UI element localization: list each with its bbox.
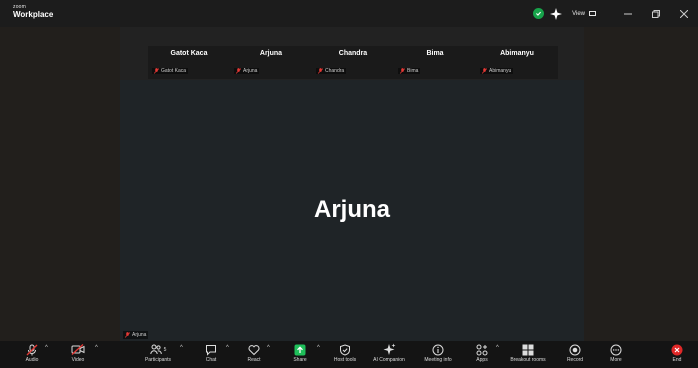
participant-name: Chandra: [338, 50, 368, 57]
end-button[interactable]: End: [666, 341, 688, 368]
restore-icon: [652, 9, 660, 18]
participant-tile[interactable]: Arjuna Arjuna: [230, 46, 312, 79]
sparkle-icon: [383, 343, 395, 355]
participant-tag-name: Abimanyu: [489, 68, 512, 74]
participant-tag: Arjuna: [234, 68, 260, 74]
participant-name: Abimanyu: [500, 50, 534, 57]
meeting-controls: Audio ^ Video ^ 5 Participants ^ Chat ^ …: [0, 341, 698, 368]
sparkle-icon[interactable]: [550, 7, 563, 20]
record-label: Record: [566, 357, 584, 363]
restore-button[interactable]: [642, 0, 670, 27]
apps-label: Apps: [476, 357, 488, 363]
audio-button[interactable]: Audio: [18, 341, 46, 368]
close-icon: [680, 9, 688, 18]
record-icon: [569, 344, 581, 355]
participant-tag-name: Chandra: [325, 68, 345, 74]
participant-strip: Gatot Kaca Gatot Kaca Arjuna Arjuna Chan…: [148, 46, 558, 79]
meeting-info-label: Meeting info: [424, 357, 452, 363]
audio-options-chevron-icon[interactable]: ^: [45, 345, 48, 351]
meeting-info-button[interactable]: Meeting info: [418, 341, 458, 368]
participant-name: Arjuna: [259, 50, 283, 57]
chat-options-chevron-icon[interactable]: ^: [226, 345, 229, 351]
host-tools-label: Host tools: [333, 357, 357, 363]
view-grid-icon: [589, 11, 596, 16]
meeting-stage: Gatot Kaca Gatot Kaca Arjuna Arjuna Chan…: [0, 27, 698, 341]
participant-tag-name: Bima: [407, 68, 419, 74]
ellipsis-icon: [610, 344, 622, 355]
view-label: View: [572, 10, 585, 17]
stage-right-margin: [584, 27, 698, 341]
close-icon: [671, 344, 683, 355]
mic-muted-icon: [482, 68, 487, 74]
mic-muted-icon: [318, 68, 323, 74]
mic-muted-icon: [400, 68, 405, 74]
participant-count: 5: [163, 346, 167, 353]
participant-name: Bima: [426, 50, 444, 57]
participant-tag-name: Arjuna: [243, 68, 258, 74]
encryption-shield-icon[interactable]: [533, 8, 545, 19]
people-icon: [149, 344, 162, 355]
active-speaker-video[interactable]: Arjuna Arjuna: [120, 80, 584, 341]
participants-button[interactable]: 5 Participants: [138, 341, 178, 368]
chat-button[interactable]: Chat: [198, 341, 224, 368]
heart-icon: [248, 344, 260, 355]
breakout-rooms-label: Breakout rooms: [510, 357, 546, 363]
minimize-icon: [624, 13, 632, 14]
brand-title: Workplace: [13, 10, 54, 19]
mic-muted-icon: [154, 68, 159, 74]
video-options-chevron-icon[interactable]: ^: [95, 345, 98, 351]
ai-companion-button[interactable]: AI Companion: [366, 341, 412, 368]
participant-tile[interactable]: Chandra Chandra: [312, 46, 394, 79]
more-label: More: [610, 357, 622, 363]
active-speaker-name: Arjuna: [313, 196, 390, 223]
info-icon: [432, 344, 444, 355]
participant-tag: Abimanyu: [480, 68, 514, 74]
participants-options-chevron-icon[interactable]: ^: [180, 345, 183, 351]
participant-tag: Chandra: [316, 68, 347, 74]
mic-muted-icon: [26, 344, 38, 355]
participant-tag-name: Gatot Kaca: [161, 68, 187, 74]
end-label: End: [672, 357, 682, 363]
share-button[interactable]: Share: [286, 341, 314, 368]
active-speaker-tag: Arjuna: [123, 331, 149, 339]
more-button[interactable]: More: [604, 341, 628, 368]
react-label: React: [247, 357, 261, 363]
participant-tag: Gatot Kaca: [152, 68, 189, 74]
audio-label: Audio: [25, 357, 39, 363]
share-arrow-icon: [294, 344, 306, 355]
video-label: Video: [71, 357, 85, 363]
participant-tile[interactable]: Gatot Kaca Gatot Kaca: [148, 46, 230, 79]
view-button[interactable]: View: [572, 11, 596, 17]
active-speaker-tag-name: Arjuna: [132, 332, 147, 338]
title-bar: zoom Workplace View: [0, 0, 698, 27]
ai-companion-label: AI Companion: [373, 357, 405, 363]
chat-label: Chat: [205, 357, 217, 363]
react-options-chevron-icon[interactable]: ^: [267, 345, 270, 351]
participants-label: Participants: [144, 357, 172, 363]
share-label: Share: [293, 357, 307, 363]
apps-options-chevron-icon[interactable]: ^: [496, 345, 499, 351]
grid-icon: [522, 344, 534, 355]
host-tools-button[interactable]: Host tools: [328, 341, 362, 368]
mic-muted-icon: [125, 332, 130, 338]
participant-tile[interactable]: Abimanyu Abimanyu: [476, 46, 558, 79]
stage-left-margin: [0, 27, 120, 341]
record-button[interactable]: Record: [562, 341, 588, 368]
mic-muted-icon: [236, 68, 241, 74]
share-options-chevron-icon[interactable]: ^: [317, 345, 320, 351]
video-button[interactable]: Video: [64, 341, 92, 368]
breakout-rooms-button[interactable]: Breakout rooms: [505, 341, 551, 368]
shield-icon: [340, 343, 350, 356]
app-brand: zoom Workplace: [13, 5, 53, 19]
apps-icon: [476, 344, 488, 355]
participant-tag: Bima: [398, 68, 421, 74]
chat-bubble-icon: [206, 344, 216, 356]
participant-name: Gatot Kaca: [170, 50, 208, 57]
participant-tile[interactable]: Bima Bima: [394, 46, 476, 79]
close-window-button[interactable]: [670, 0, 698, 27]
minimize-button[interactable]: [614, 0, 642, 27]
apps-button[interactable]: Apps: [470, 341, 494, 368]
react-button[interactable]: React: [240, 341, 268, 368]
video-off-icon: [71, 344, 85, 355]
